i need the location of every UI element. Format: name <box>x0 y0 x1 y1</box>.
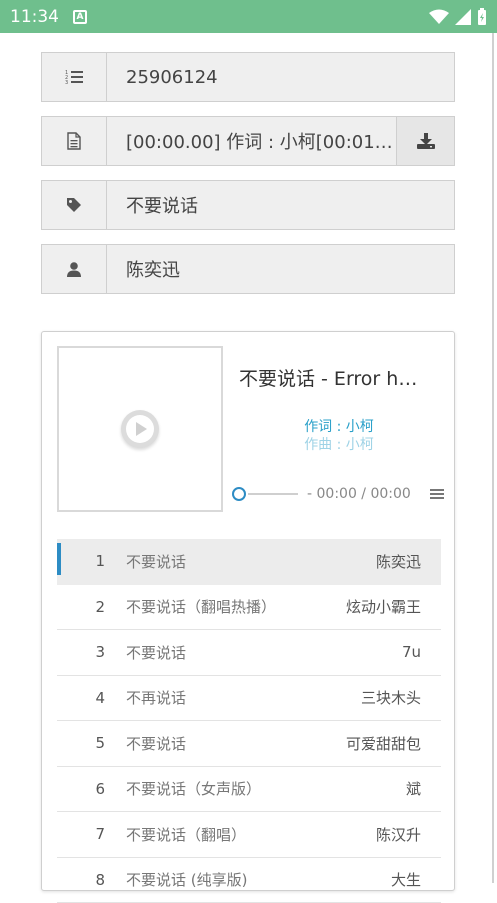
artist-field: 陈奕迅 <box>41 244 455 294</box>
lyric-line: 作词 : 小柯 <box>239 418 439 436</box>
title-value[interactable]: 不要说话 <box>107 181 454 229</box>
playlist: 1不要说话陈奕迅2不要说话（翻唱热播）炫动小霸王3不要说话7u4不再说话三块木头… <box>57 539 441 903</box>
track-title: 不要说话 <box>126 642 402 663</box>
status-icons <box>429 8 487 26</box>
play-icon <box>125 414 155 444</box>
lyric-value[interactable]: [00:00.00] 作词 : 小柯[00:01… <box>107 117 396 165</box>
playlist-item[interactable]: 3 不要说话7u <box>57 630 441 676</box>
playlist-item[interactable]: 2 不要说话（翻唱热播）炫动小霸王 <box>57 585 441 631</box>
track-title: 不要说话（翻唱） <box>126 824 376 845</box>
track-title: 不要说话（女声版） <box>126 778 406 799</box>
album-cover <box>57 346 223 512</box>
track-artist: 斌 <box>406 778 421 799</box>
track-artist: 可爱甜甜包 <box>346 733 421 754</box>
track-title: 不要说话 <box>126 733 346 754</box>
playlist-item[interactable]: 5 不要说话可爱甜甜包 <box>57 721 441 767</box>
track-title: 不再说话 <box>126 687 361 708</box>
track-artist: 大生 <box>391 869 421 890</box>
track-artist: 7u <box>402 643 421 661</box>
menu-icon[interactable] <box>430 489 444 499</box>
track-artist: 陈汉升 <box>376 824 421 845</box>
notification-icon: A <box>73 10 87 24</box>
track-number: 4 <box>57 689 105 707</box>
progress-knob[interactable] <box>232 487 246 501</box>
wifi-icon <box>429 9 449 25</box>
lyric-field: [00:00.00] 作词 : 小柯[00:01… <box>41 116 455 166</box>
play-button[interactable] <box>121 410 159 448</box>
track-artist: 三块木头 <box>361 687 421 708</box>
track-number: 3 <box>57 643 105 661</box>
track-title: 不要说话（翻唱热播） <box>126 596 346 617</box>
user-icon <box>42 245 107 293</box>
playlist-item[interactable]: 4 不再说话三块木头 <box>57 676 441 722</box>
playlist-item[interactable]: 7 不要说话（翻唱）陈汉升 <box>57 812 441 858</box>
download-button[interactable] <box>396 117 454 165</box>
song-id-value[interactable]: 25906124 <box>107 53 454 101</box>
lyric-display: 作词 : 小柯 作曲 : 小柯 <box>239 418 439 454</box>
progress-time: - 00:00 / 00:00 <box>307 486 411 502</box>
track-title: 不要说话 <box>126 551 376 572</box>
playlist-item[interactable]: 6 不要说话（女声版）斌 <box>57 767 441 813</box>
id-field: 1 2 3 25906124 <box>41 52 455 102</box>
track-number: 7 <box>57 825 105 843</box>
track-title: 不要说话 (纯享版) <box>126 869 391 890</box>
svg-text:3: 3 <box>65 80 68 85</box>
download-icon <box>417 133 435 149</box>
battery-icon <box>477 8 487 26</box>
track-number: 8 <box>57 871 105 889</box>
tag-icon <box>42 181 107 229</box>
playlist-item[interactable]: 1 不要说话陈奕迅 <box>57 539 441 585</box>
status-time: 11:34 <box>10 7 59 27</box>
status-bar: 11:34 A <box>0 0 497 33</box>
track-number: 6 <box>57 780 105 798</box>
scroll-edge <box>492 33 494 883</box>
track-artist: 陈奕迅 <box>376 551 421 572</box>
document-icon <box>42 117 107 165</box>
music-player: 不要说话 - Error h… 作词 : 小柯 作曲 : 小柯 - 00:00 … <box>41 331 455 891</box>
track-artist: 炫动小霸王 <box>346 596 421 617</box>
lyric-line: 作曲 : 小柯 <box>239 436 439 454</box>
track-number: 2 <box>57 598 105 616</box>
title-field: 不要说话 <box>41 180 455 230</box>
ordered-list-icon: 1 2 3 <box>42 53 107 101</box>
progress-track[interactable] <box>248 493 298 495</box>
artist-value[interactable]: 陈奕迅 <box>107 245 454 293</box>
track-number: 5 <box>57 734 105 752</box>
playlist-item[interactable]: 8 不要说话 (纯享版)大生 <box>57 858 441 903</box>
signal-icon <box>455 9 471 25</box>
player-song-title: 不要说话 - Error h… <box>239 364 439 391</box>
track-number: 1 <box>57 552 105 570</box>
progress-bar: - 00:00 / 00:00 <box>232 484 444 504</box>
